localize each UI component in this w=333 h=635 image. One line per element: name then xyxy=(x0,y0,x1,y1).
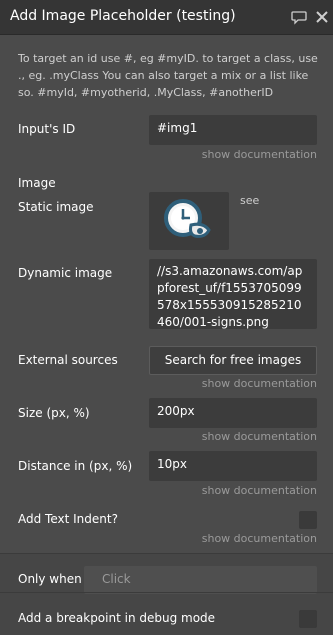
show-documentation-link[interactable]: show documentation xyxy=(202,377,317,390)
clock-icon xyxy=(164,199,211,238)
comment-icon[interactable] xyxy=(291,9,307,25)
size-field[interactable]: 200px xyxy=(149,398,317,428)
search-free-images-button[interactable]: Search for free images xyxy=(149,346,317,375)
text-indent-checkbox[interactable] xyxy=(299,511,317,529)
distance-label: Distance in (px, %) xyxy=(18,459,133,473)
dynamic-image-field[interactable]: //s3.amazonaws.com/appforest_uf/f1553705… xyxy=(149,259,317,329)
breakpoint-checkbox[interactable] xyxy=(299,610,317,628)
breakpoint-label: Add a breakpoint in debug mode xyxy=(18,611,216,625)
see-image-link[interactable]: see xyxy=(240,194,259,207)
dynamic-image-label: Dynamic image xyxy=(18,266,113,280)
external-sources-label: External sources xyxy=(18,353,118,367)
distance-field[interactable]: 10px xyxy=(149,451,317,481)
divider xyxy=(0,592,333,593)
show-documentation-link[interactable]: show documentation xyxy=(202,532,317,545)
text-indent-label: Add Text Indent? xyxy=(18,512,118,526)
show-documentation-link[interactable]: show documentation xyxy=(202,484,317,497)
close-icon[interactable] xyxy=(314,9,330,25)
image-section-label: Image xyxy=(18,176,56,190)
static-image-label: Static image xyxy=(18,200,94,214)
size-label: Size (px, %) xyxy=(18,406,90,420)
panel-title: Add Image Placeholder (testing) xyxy=(10,8,236,24)
inputs-id-field[interactable]: #img1 xyxy=(149,115,317,145)
only-when-input[interactable]: Click xyxy=(84,566,317,594)
panel-header: Add Image Placeholder (testing) xyxy=(0,0,333,35)
static-image-thumbnail[interactable] xyxy=(149,192,229,250)
targeting-hint: To target an id use #, eg #myID. to targ… xyxy=(18,52,318,99)
only-when-label: Only when xyxy=(18,572,82,586)
inputs-id-label: Input's ID xyxy=(18,122,76,136)
show-documentation-link[interactable]: show documentation xyxy=(202,148,317,161)
property-editor-panel: Add Image Placeholder (testing) To targe… xyxy=(0,0,333,635)
show-documentation-link[interactable]: show documentation xyxy=(202,430,317,443)
